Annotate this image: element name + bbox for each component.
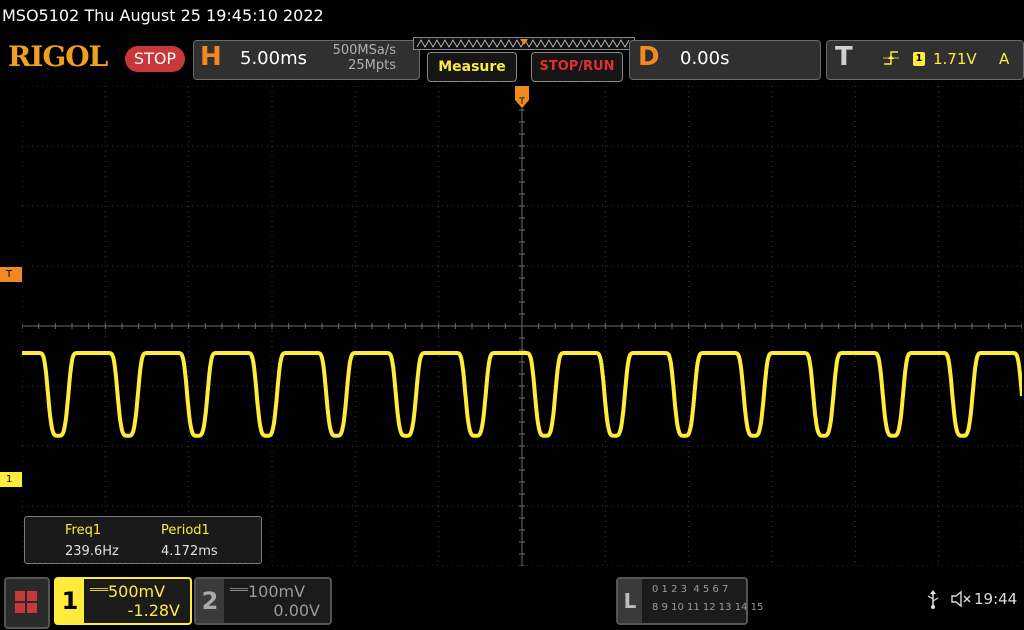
horizontal-letter: H — [200, 42, 222, 72]
logic-channels-row1: 0 1 2 3 4 5 6 7 — [652, 584, 729, 595]
waveform-graticule[interactable] — [22, 86, 1022, 566]
measurement-name: Freq1 — [65, 523, 102, 538]
sample-rate: 500MSa/s — [332, 43, 396, 58]
channel1-offset: -1.28V — [127, 601, 180, 620]
measure-button[interactable]: Measure — [427, 52, 517, 82]
dc-coupling-icon: ═══ — [230, 585, 249, 596]
channel2-panel[interactable]: 2 ═══ 100mV 0.00V — [194, 577, 332, 625]
timebase-value: 5.00ms — [240, 48, 307, 69]
trigger-position-marker[interactable]: T — [514, 86, 530, 110]
grid-menu-icon — [15, 591, 37, 613]
delay-value: 0.00s — [680, 48, 730, 69]
measurement-value: 4.172ms — [161, 544, 218, 559]
measurement-results[interactable]: Freq1 239.6Hz Period1 4.172ms — [24, 516, 262, 564]
rigol-logo: RIGOL — [8, 40, 108, 73]
delay-letter: D — [638, 42, 660, 72]
trigger-letter: T — [835, 42, 853, 72]
model-date-title: MSO5102 Thu August 25 19:45:10 2022 — [2, 6, 324, 25]
channel1-ground-marker[interactable]: 1 — [0, 472, 22, 487]
logic-letter: L — [618, 579, 642, 623]
horizontal-panel[interactable]: H 5.00ms 500MSa/s 25Mpts — [193, 40, 420, 80]
delay-panel[interactable]: D 0.00s — [629, 40, 821, 80]
measurement-name: Period1 — [161, 523, 210, 538]
rising-edge-icon — [883, 51, 899, 65]
measurement-value: 239.6Hz — [65, 544, 119, 559]
menu-button[interactable] — [4, 577, 50, 629]
memory-overview-strip — [413, 37, 635, 50]
dc-coupling-icon: ═══ — [90, 585, 109, 596]
run-status-badge[interactable]: STOP — [125, 46, 185, 72]
channel1-panel[interactable]: 1 ═══ 500mV -1.28V — [54, 577, 192, 625]
channel1-scale: 500mV — [108, 582, 166, 601]
memory-depth: 25Mpts — [348, 58, 396, 73]
logic-channels-row2: 8 9 10 11 12 13 14 15 — [652, 602, 764, 613]
svg-text:T: T — [518, 97, 525, 107]
channel1-number: 1 — [56, 579, 84, 623]
grid-lines — [22, 86, 1022, 566]
trigger-level-marker[interactable]: T — [0, 267, 22, 282]
trigger-mode: A — [999, 50, 1010, 68]
speaker-muted-icon[interactable] — [950, 589, 972, 609]
channel2-number: 2 — [196, 579, 224, 623]
trigger-panel[interactable]: T 1 1.71V A — [826, 40, 1024, 80]
trigger-level: 1.71V — [933, 50, 977, 68]
stop-run-button[interactable]: STOP/RUN — [531, 52, 623, 82]
channel2-offset: 0.00V — [273, 601, 320, 620]
logic-analyzer-panel[interactable]: L 0 1 2 3 4 5 6 7 8 9 10 11 12 13 14 15 — [616, 577, 763, 625]
channel2-scale: 100mV — [248, 582, 306, 601]
usb-icon — [927, 590, 939, 609]
clock: 19:44 — [974, 590, 1018, 608]
trigger-source: 1 — [913, 52, 925, 66]
